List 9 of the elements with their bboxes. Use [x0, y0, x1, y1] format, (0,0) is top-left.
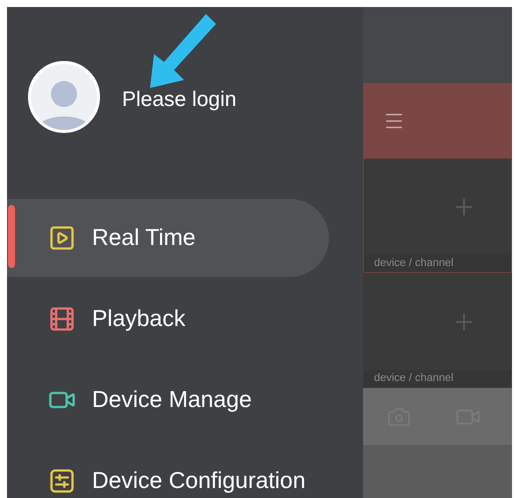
- menu-item[interactable]: Device Manage: [7, 360, 329, 438]
- video-tile[interactable]: device / channel: [363, 273, 512, 388]
- video-tile[interactable]: device / channel: [363, 158, 512, 273]
- menu-item[interactable]: Real Time: [7, 198, 329, 276]
- tile-label: device / channel: [364, 254, 511, 272]
- login-prompt[interactable]: Please login: [122, 84, 236, 116]
- menu-item[interactable]: Device Configuration: [7, 442, 329, 498]
- menu-item[interactable]: Playback: [7, 280, 329, 358]
- tile-label: device / channel: [364, 370, 511, 387]
